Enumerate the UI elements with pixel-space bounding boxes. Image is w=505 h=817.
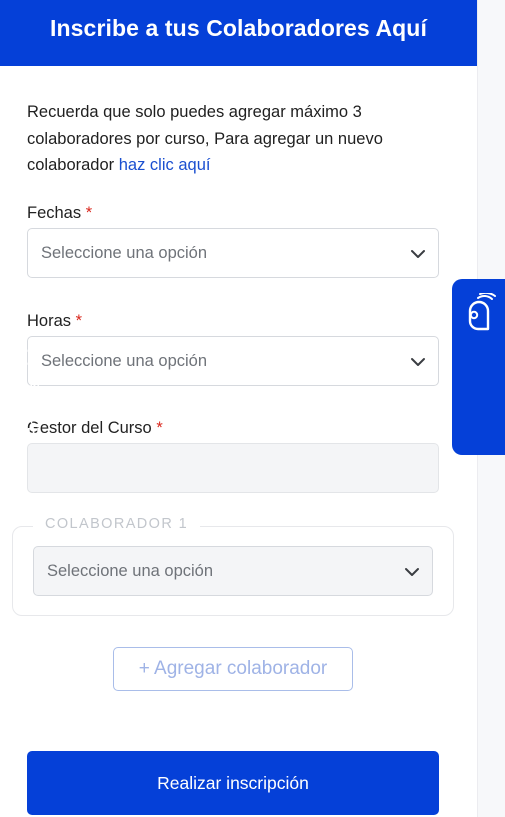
gestor-label-text: Gestor del Curso: [27, 419, 152, 437]
add-collaborator-link[interactable]: haz clic aquí: [119, 156, 211, 174]
collaborator-placeholder: Seleccione una opción: [47, 561, 214, 580]
page-title: Inscribe a tus Colaboradores Aquí: [50, 14, 427, 41]
fechas-placeholder: Seleccione una opción: [41, 243, 208, 262]
gestor-empresarial-tab[interactable]: [452, 279, 505, 455]
intro-text: Recuerda que solo puedes agregar máximo …: [27, 99, 447, 179]
collaborator-legend: COLABORADOR 1: [33, 516, 201, 532]
fechas-label-text: Fechas: [27, 204, 82, 222]
gestor-empresarial-label: Gestor Empresarial: [9, 349, 43, 438]
side-tab-line1: Gestor: [9, 387, 26, 438]
chevron-down-icon: [405, 568, 419, 576]
collaborator-select[interactable]: Seleccione una opción: [33, 546, 433, 596]
add-collaborator-button[interactable]: + Agregar colaborador: [113, 647, 353, 691]
fechas-select[interactable]: Seleccione una opción: [27, 228, 439, 278]
required-mark: *: [156, 419, 163, 437]
gestor-label: Gestor del Curso *: [27, 419, 163, 438]
horas-placeholder: Seleccione una opción: [41, 351, 208, 370]
chevron-down-icon: [411, 250, 425, 258]
chat-bubble-icon: [468, 293, 496, 331]
horas-select[interactable]: Seleccione una opción: [27, 336, 439, 386]
gestor-input[interactable]: [27, 443, 439, 493]
submit-button[interactable]: Realizar inscripción: [27, 751, 439, 815]
horas-label: Horas *: [27, 312, 82, 331]
fechas-label: Fechas *: [27, 204, 92, 223]
required-mark: *: [75, 312, 83, 330]
side-tab-line2: Empresarial: [26, 348, 43, 438]
chevron-down-icon: [411, 358, 425, 366]
horas-label-text: Horas: [27, 312, 72, 330]
page-header: Inscribe a tus Colaboradores Aquí: [0, 0, 477, 66]
required-mark: *: [85, 204, 93, 222]
